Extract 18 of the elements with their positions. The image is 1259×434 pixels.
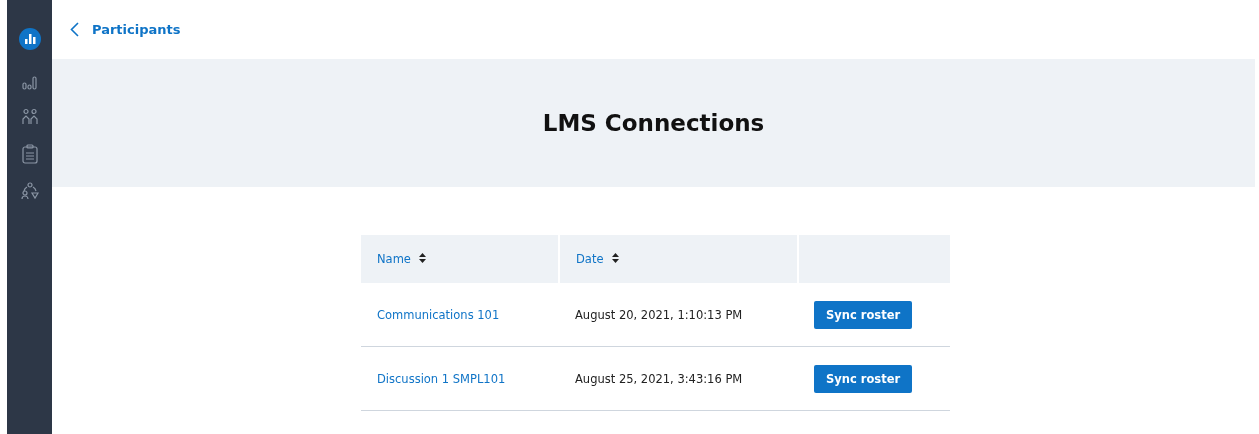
sort-icon[interactable] xyxy=(418,253,426,263)
clipboard-icon[interactable] xyxy=(21,144,38,164)
page-title: LMS Connections xyxy=(542,110,765,136)
people-icon[interactable] xyxy=(20,108,39,126)
bar-chart-icon[interactable] xyxy=(21,74,38,90)
sync-roster-button[interactable]: Sync roster xyxy=(814,300,913,329)
sort-icon[interactable] xyxy=(611,253,619,263)
bar-chart-logo-icon[interactable] xyxy=(18,28,41,50)
column-header[interactable]: Name xyxy=(361,235,559,283)
sync-roster-button[interactable]: Sync roster xyxy=(814,364,913,393)
column-header[interactable]: Date xyxy=(559,235,798,283)
course-link[interactable]: Discussion 1 SMPL101 xyxy=(377,371,506,386)
date-text: August 25, 2021, 3:43:16 PM xyxy=(575,371,743,386)
date-text: August 20, 2021, 1:10:13 PM xyxy=(575,307,743,322)
chevron-left-icon[interactable] xyxy=(70,22,79,37)
back-link[interactable]: Participants xyxy=(70,22,181,37)
course-link[interactable]: Communications 101 xyxy=(377,307,500,322)
group-icon[interactable] xyxy=(20,182,39,200)
